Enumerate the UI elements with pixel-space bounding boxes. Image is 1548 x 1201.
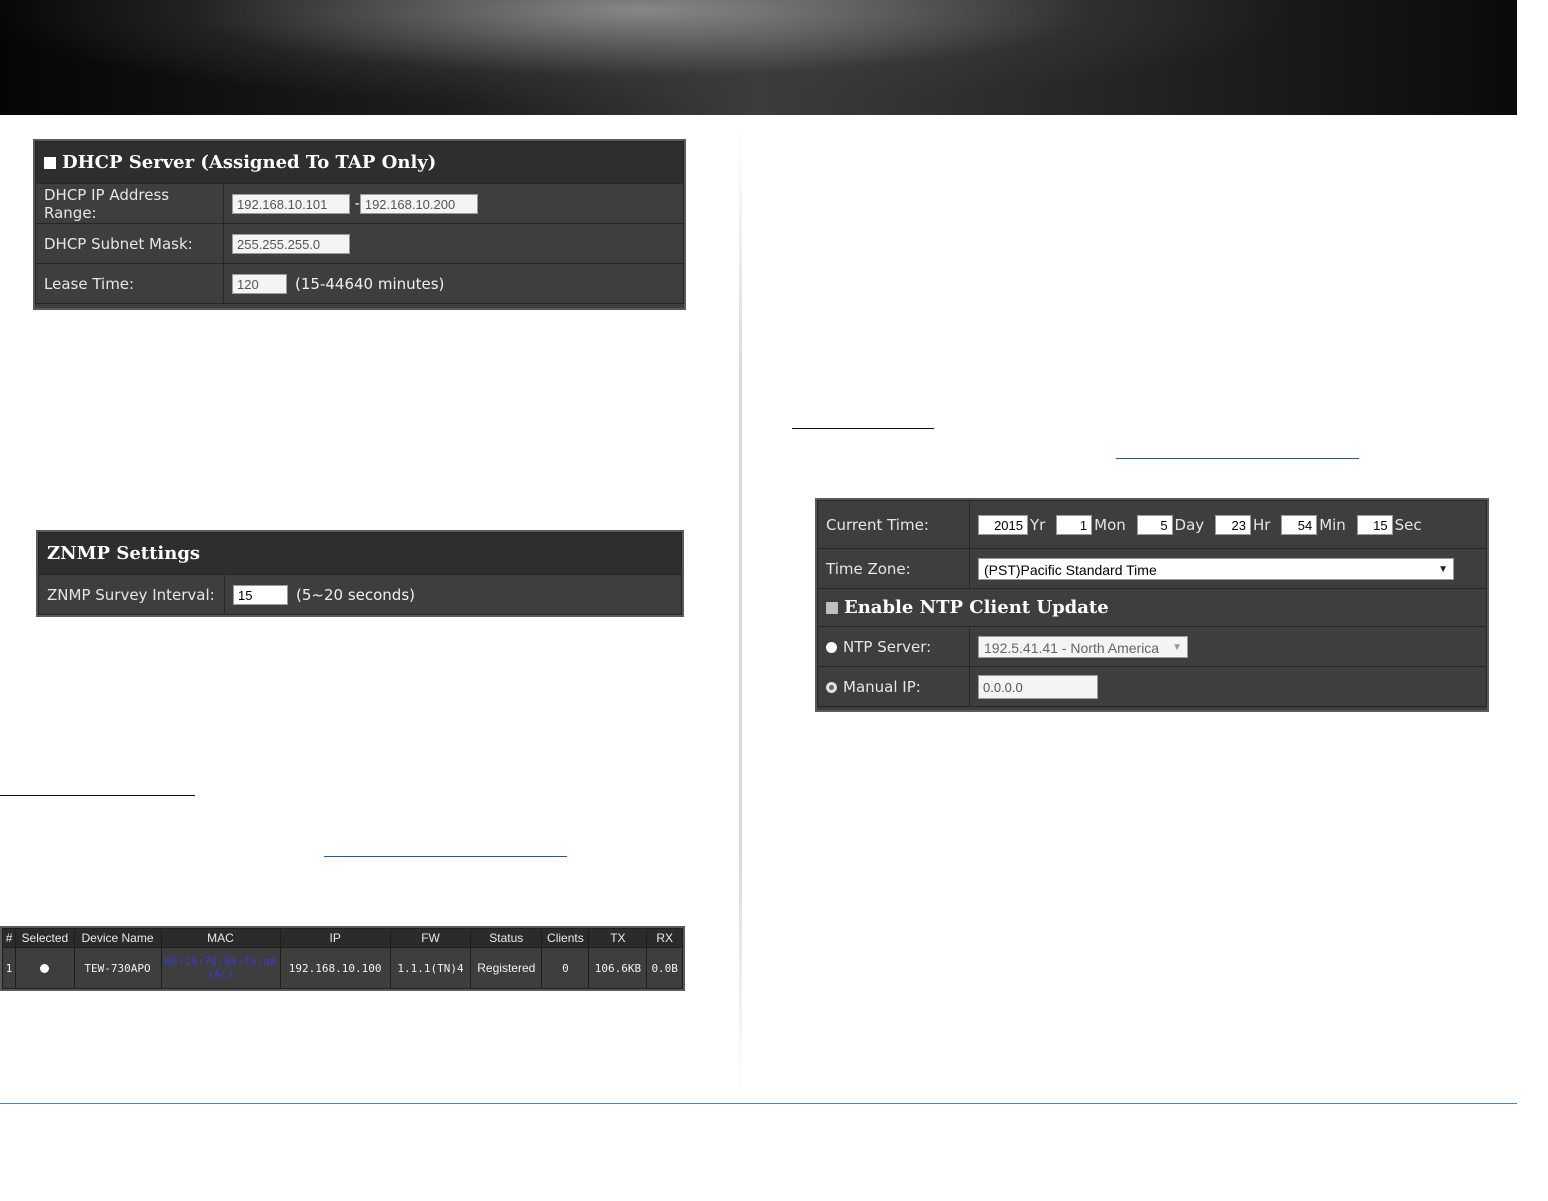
col-header-number: # <box>1 928 17 948</box>
table-row[interactable]: 1 TEW-730APO 00:19:70:94:fe:a6 (AC) 192.… <box>1 947 683 989</box>
radio-dot-icon[interactable] <box>40 963 50 973</box>
row-ip: 192.168.10.100 <box>279 947 391 989</box>
znmp-panel-title: ZNMP Settings <box>38 532 682 575</box>
col-header-tx: TX <box>588 928 648 948</box>
row-number: 1 <box>1 947 17 989</box>
column-divider <box>739 130 742 1095</box>
year-input[interactable]: 2015 <box>978 514 1028 535</box>
znmp-interval-label: ZNMP Survey Interval: <box>38 574 225 615</box>
dhcp-range-start-input[interactable]: 192.168.10.101 <box>232 193 350 214</box>
col-header-fw: FW <box>389 928 472 948</box>
second-unit: Sec <box>1394 515 1422 534</box>
dhcp-range-label: DHCP IP Address Range: <box>35 183 224 224</box>
heading-underline-right <box>792 428 934 429</box>
time-settings-panel: Current Time: 2015 Yr 1 Mon 5 Day 23 Hr 54 Mi… <box>815 498 1489 712</box>
time-zone-select[interactable]: (PST)Pacific Standard Time ▼ <box>978 557 1454 580</box>
znmp-settings-panel: ZNMP Settings ZNMP Survey Interval: 15 (5… <box>36 530 684 617</box>
minute-input[interactable]: 54 <box>1281 514 1318 535</box>
ntp-server-value: 192.5.41.41 - North America <box>984 639 1160 656</box>
ntp-title: Enable NTP Client Update <box>844 597 1109 618</box>
lease-time-label: Lease Time: <box>35 263 224 304</box>
hour-input[interactable]: 23 <box>1214 514 1251 535</box>
second-input[interactable]: 15 <box>1356 514 1393 535</box>
day-unit: Day <box>1174 515 1205 534</box>
col-header-ip: IP <box>279 928 391 948</box>
col-header-mac: MAC <box>160 928 281 948</box>
row-status: Registered <box>470 947 543 989</box>
row-fw: 1.1.1(TN)4 <box>389 947 472 989</box>
manual-ip-input[interactable]: 0.0.0.0 <box>978 674 1098 699</box>
dhcp-range-end-input[interactable]: 192.168.10.200 <box>359 193 478 214</box>
dhcp-mask-label: DHCP Subnet Mask: <box>35 223 224 264</box>
dhcp-server-panel: DHCP Server (Assigned To TAP Only) DHCP … <box>33 139 686 310</box>
manual-ip-option[interactable]: Manual IP: <box>817 666 970 707</box>
month-input[interactable]: 1 <box>1056 514 1093 535</box>
year-unit: Yr <box>1030 515 1046 534</box>
row-tx: 106.6KB <box>588 947 648 989</box>
col-header-rx: RX <box>646 928 683 948</box>
znmp-interval-input[interactable]: 15 <box>233 584 288 605</box>
dhcp-panel-title: DHCP Server (Assigned To TAP Only) <box>62 152 437 173</box>
ntp-server-option[interactable]: NTP Server: <box>817 626 970 667</box>
col-header-status: Status <box>470 928 543 948</box>
row-mac[interactable]: 00:19:70:94:fe:a6 <box>164 955 278 968</box>
month-unit: Mon <box>1094 515 1126 534</box>
row-mac-band[interactable]: (AC) <box>164 968 278 981</box>
day-input[interactable]: 5 <box>1136 514 1173 535</box>
row-mac-cell[interactable]: 00:19:70:94:fe:a6 (AC) <box>160 947 281 989</box>
link-underline-right[interactable] <box>1116 458 1359 459</box>
row-clients: 0 <box>541 947 590 989</box>
hour-unit: Hr <box>1252 515 1271 534</box>
checkbox-square-icon <box>44 157 56 169</box>
device-table: # Selected Device Name MAC IP FW Status … <box>0 926 685 991</box>
dropdown-arrow-icon: ▼ <box>1438 563 1448 575</box>
footer-rule <box>0 1103 1517 1104</box>
radio-unchecked-icon[interactable] <box>826 641 837 653</box>
time-zone-label: Time Zone: <box>817 548 970 589</box>
heading-underline <box>0 795 195 796</box>
lease-time-hint: (15-44640 minutes) <box>295 274 445 293</box>
minute-unit: Min <box>1319 515 1346 534</box>
col-header-clients: Clients <box>541 928 590 948</box>
dhcp-panel-header: DHCP Server (Assigned To TAP Only) <box>35 141 684 184</box>
row-rx: 0.0B <box>646 947 683 989</box>
lease-time-input[interactable]: 120 <box>232 273 287 294</box>
row-select-radio[interactable] <box>15 947 75 989</box>
row-device-name: TEW-730APO <box>73 947 162 989</box>
current-time-label: Current Time: <box>817 500 970 549</box>
link-underline[interactable] <box>324 856 567 857</box>
ntp-server-select[interactable]: 192.5.41.41 - North America ▼ <box>978 635 1188 658</box>
ntp-header: Enable NTP Client Update <box>817 588 1487 627</box>
col-header-selected: Selected <box>15 928 75 948</box>
ntp-checkbox-icon[interactable] <box>826 602 838 614</box>
ntp-server-label: NTP Server: <box>843 637 932 656</box>
dhcp-mask-input[interactable]: 255.255.255.0 <box>232 233 350 254</box>
radio-checked-icon[interactable] <box>826 681 837 693</box>
device-table-header: # Selected Device Name MAC IP FW Status … <box>1 928 683 948</box>
dropdown-arrow-icon: ▼ <box>1172 641 1182 653</box>
znmp-interval-hint: (5~20 seconds) <box>296 585 415 604</box>
col-header-device-name: Device Name <box>73 928 162 948</box>
header-banner <box>0 0 1517 115</box>
manual-ip-label: Manual IP: <box>843 677 921 696</box>
time-zone-value: (PST)Pacific Standard Time <box>984 561 1157 578</box>
